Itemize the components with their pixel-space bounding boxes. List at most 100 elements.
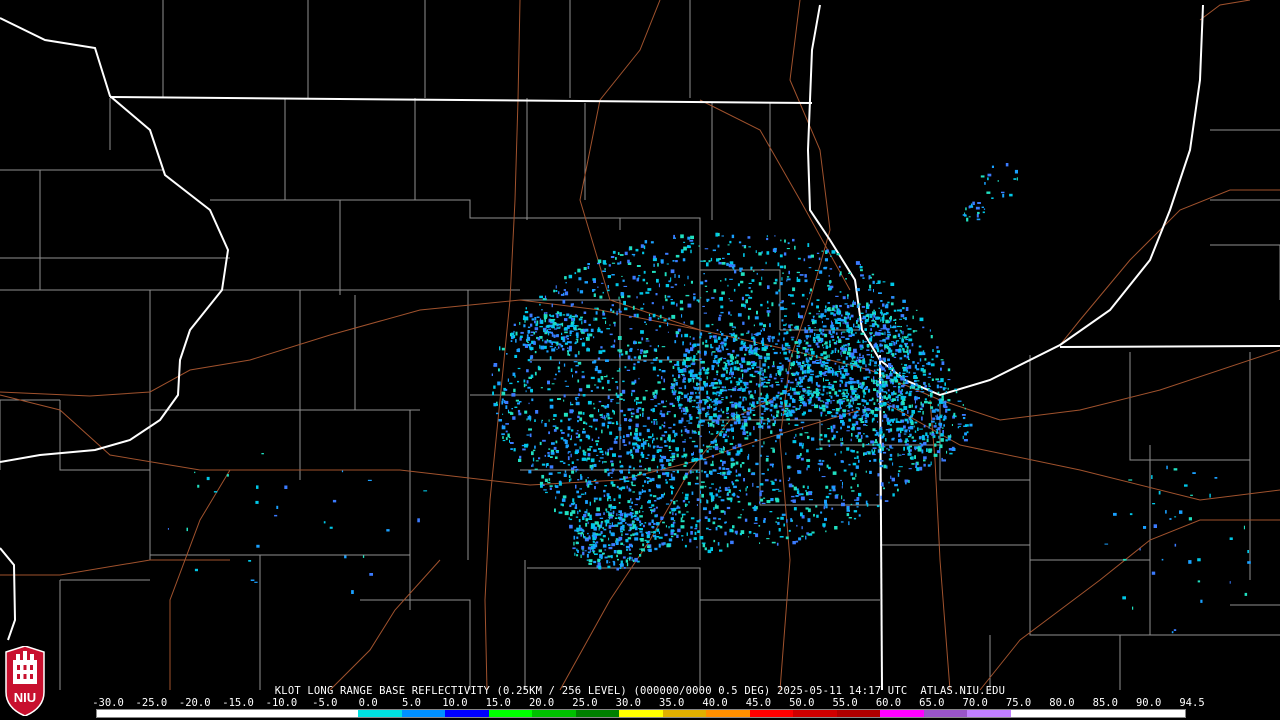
radar-echo xyxy=(577,510,579,515)
radar-echo xyxy=(740,341,744,345)
radar-echo xyxy=(747,330,750,332)
radar-echo xyxy=(655,357,658,359)
radar-echo xyxy=(583,453,587,456)
radar-echo xyxy=(731,481,734,484)
radar-echo xyxy=(593,560,597,564)
radar-echo xyxy=(194,568,198,572)
highway-line xyxy=(0,559,230,576)
radar-echo xyxy=(807,344,812,347)
radar-echo xyxy=(922,438,926,441)
radar-echo xyxy=(816,278,820,280)
radar-echo xyxy=(969,423,973,427)
radar-echo xyxy=(667,356,670,360)
radar-echo xyxy=(829,489,832,492)
radar-echo xyxy=(764,479,769,482)
radar-echo xyxy=(724,510,726,515)
radar-echo xyxy=(631,415,634,418)
radar-echo xyxy=(697,377,701,379)
radar-echo xyxy=(848,463,851,466)
radar-echo xyxy=(770,480,774,482)
radar-echo xyxy=(840,314,843,317)
radar-echo xyxy=(618,536,623,541)
radar-echo xyxy=(661,542,665,546)
radar-echo xyxy=(595,482,599,484)
radar-echo xyxy=(914,430,917,433)
radar-echo xyxy=(734,361,736,365)
radar-echo xyxy=(855,407,860,409)
radar-echo xyxy=(779,254,783,258)
radar-echo xyxy=(808,312,812,315)
radar-echo xyxy=(911,463,915,465)
radar-echo xyxy=(621,353,624,356)
radar-echo xyxy=(928,372,931,375)
radar-echo xyxy=(864,341,867,343)
radar-echo xyxy=(569,345,572,350)
radar-echo xyxy=(572,498,575,503)
legend-label: 70.0 xyxy=(962,697,988,709)
radar-echo xyxy=(531,398,534,402)
radar-echo xyxy=(710,384,715,387)
radar-echo xyxy=(671,455,676,458)
radar-echo xyxy=(823,377,824,382)
radar-echo xyxy=(367,479,372,481)
radar-echo xyxy=(983,208,986,210)
radar-echo xyxy=(581,301,583,304)
radar-echo xyxy=(693,355,696,359)
radar-echo xyxy=(663,421,666,424)
radar-echo xyxy=(855,326,859,328)
radar-echo xyxy=(643,354,647,358)
radar-echo xyxy=(843,469,847,472)
radar-echo xyxy=(573,317,576,321)
radar-echo xyxy=(870,410,875,414)
radar-echo xyxy=(563,292,565,296)
legend-label: 20.0 xyxy=(528,697,555,709)
radar-echo xyxy=(849,399,852,403)
radar-echo xyxy=(864,417,867,419)
radar-echo xyxy=(964,432,967,436)
radar-echo xyxy=(855,502,859,505)
radar-echo xyxy=(766,300,769,304)
radar-echo xyxy=(673,423,676,426)
radar-echo xyxy=(676,303,678,307)
radar-echo xyxy=(915,388,920,390)
radar-echo xyxy=(718,518,721,520)
radar-echo xyxy=(672,521,675,526)
state-borders xyxy=(0,4,1280,691)
radar-echo xyxy=(498,419,502,422)
radar-echo xyxy=(629,328,633,330)
radar-echo xyxy=(838,369,841,371)
radar-echo xyxy=(620,487,622,491)
radar-map[interactable] xyxy=(0,0,1280,720)
colorbar-segment xyxy=(749,710,794,717)
radar-echo xyxy=(589,514,592,519)
radar-echo xyxy=(928,385,931,387)
radar-echo xyxy=(887,333,891,336)
radar-echo xyxy=(717,542,720,546)
radar-echo xyxy=(906,324,908,327)
radar-echo xyxy=(595,541,599,544)
radar-echo xyxy=(675,447,679,452)
radar-echo xyxy=(703,312,707,314)
radar-echo xyxy=(791,495,795,498)
radar-echo xyxy=(807,378,812,382)
radar-echo xyxy=(662,405,667,408)
radar-echo xyxy=(887,301,890,304)
radar-echo xyxy=(935,422,937,425)
radar-echo xyxy=(798,399,803,401)
radar-echo xyxy=(588,535,591,540)
radar-echo xyxy=(627,295,631,298)
radar-echo xyxy=(683,358,685,361)
radar-echo xyxy=(823,506,825,510)
radar-echo xyxy=(919,428,923,430)
radar-echo xyxy=(595,440,600,443)
radar-echo xyxy=(852,425,856,427)
radar-echo xyxy=(848,347,852,351)
radar-echo xyxy=(836,340,838,343)
radar-echo xyxy=(575,516,579,518)
radar-echo xyxy=(636,517,640,521)
radar-echo xyxy=(884,331,886,336)
radar-echo xyxy=(646,534,650,539)
radar-echo xyxy=(913,372,916,374)
radar-echo xyxy=(657,474,661,479)
radar-echo xyxy=(775,291,779,295)
